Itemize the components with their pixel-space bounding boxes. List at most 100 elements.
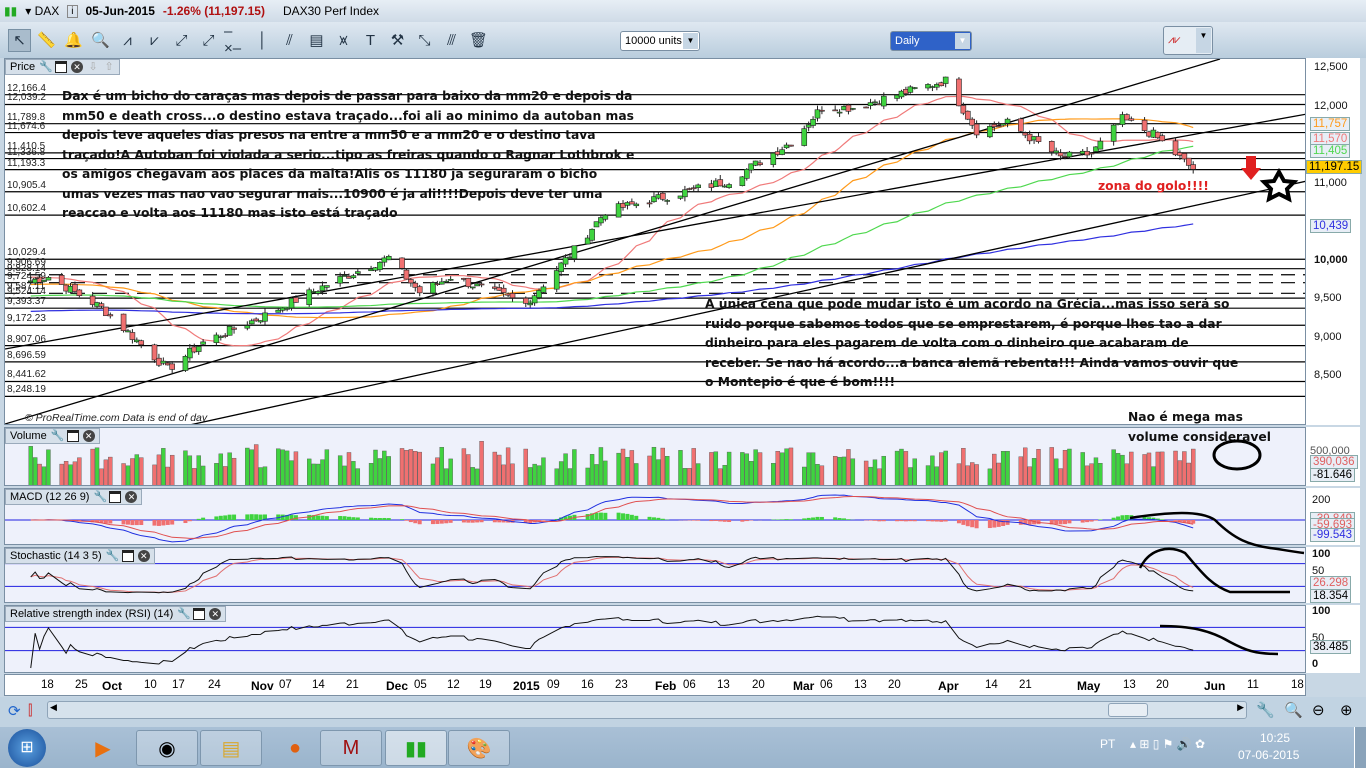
stochastic-panel[interactable]: Stochastic (14 3 5) 🔧 ✕	[4, 547, 1306, 603]
volume-bar	[479, 441, 484, 485]
triangle-pattern-icon[interactable]: ⩘	[116, 29, 139, 52]
auto-zoom-icon[interactable]: 🔍	[1284, 701, 1303, 719]
zoom-out-icon[interactable]: ⊖	[1312, 701, 1325, 719]
scrollbar-thumb[interactable]	[1108, 703, 1148, 717]
macd-histogram-bar	[784, 519, 789, 520]
refresh-icon[interactable]: ⟳	[8, 702, 21, 720]
close-icon[interactable]: ✕	[209, 608, 222, 620]
volume-bar	[881, 455, 886, 485]
chrome-icon[interactable]: ◉	[136, 730, 198, 766]
date-label: 18	[41, 679, 54, 691]
ruler-icon[interactable]: 📏	[35, 29, 58, 52]
zoom-in-icon[interactable]: ⊕	[1340, 701, 1353, 719]
macd-panel[interactable]: MACD (12 26 9) 🔧 ✕	[4, 488, 1306, 545]
chart-type-icon[interactable]: ⫿	[28, 702, 32, 719]
move-down-icon[interactable]: ⇩	[87, 61, 99, 73]
points-icon[interactable]: ⤡	[413, 29, 436, 52]
volume-bar	[59, 463, 64, 485]
line-icon[interactable]: ⤢	[197, 29, 220, 52]
file-explorer-icon[interactable]: ▤	[200, 730, 262, 766]
horizontal-line-icon[interactable]: –×–	[224, 23, 247, 57]
trash-icon[interactable]: 🗑	[467, 29, 490, 52]
window-icon[interactable]	[109, 491, 122, 503]
volume-bar	[1000, 451, 1006, 485]
tray-icons[interactable]: ▴ ⊞ ▯ ⚑ 🔊 ✿	[1130, 737, 1205, 751]
window-icon[interactable]	[66, 430, 79, 442]
alarm-bell-icon[interactable]: 🔔	[62, 29, 85, 52]
pointer-icon[interactable]: ↖	[8, 28, 31, 52]
date-label: Mar	[793, 679, 815, 693]
chart-settings-icon[interactable]: 🔧	[1256, 701, 1275, 719]
macd-histogram-bar	[713, 520, 718, 521]
date-label: Dec	[386, 679, 409, 693]
wrench-icon[interactable]: 🔧	[93, 491, 107, 503]
date-axis[interactable]: 18 25 Oct 10 17 24 Nov 07 14 21 Dec 05 12 19 2015 09 16 2…	[4, 674, 1306, 696]
volume-bar	[408, 449, 414, 485]
symbol-dropdown[interactable]: ▾ DAX	[25, 4, 59, 18]
volume-bar	[908, 467, 913, 485]
clock-time[interactable]: 10:25	[1260, 731, 1290, 745]
volume-bar	[616, 452, 621, 485]
candle	[850, 108, 856, 110]
tools-icon[interactable]: ⚒	[386, 29, 409, 52]
wrench-icon[interactable]: 🔧	[106, 550, 120, 562]
window-icon[interactable]	[55, 61, 68, 73]
volume-bar	[152, 464, 157, 485]
move-up-icon[interactable]: ⇧	[103, 61, 115, 73]
ray-icon[interactable]: ⫻	[440, 29, 463, 52]
prorealtime-icon[interactable]: ▮▮	[385, 730, 447, 766]
rsi-panel[interactable]: Relative strength index (RSI) (14) 🔧 ✕	[4, 605, 1306, 673]
scroll-left-icon[interactable]: ◀	[50, 702, 57, 713]
paint-icon[interactable]: 🎨	[448, 730, 510, 766]
volume-bar	[1151, 466, 1156, 485]
media-player-icon[interactable]: ▶	[72, 730, 134, 766]
candles-icon[interactable]: ▮▮	[4, 4, 17, 18]
horizontal-scrollbar[interactable]: ◀ ▶	[47, 701, 1247, 719]
channel-icon[interactable]: ⩗	[143, 29, 166, 52]
volume-bar	[161, 448, 166, 485]
macd-histogram-bar	[696, 520, 701, 521]
wrench-icon[interactable]: 🔧	[39, 61, 53, 73]
period-dropdown[interactable]: Daily ▼	[890, 31, 972, 51]
window-icon[interactable]	[193, 608, 206, 620]
volume-bar	[307, 458, 312, 485]
wrench-icon[interactable]: 🔧	[177, 608, 191, 620]
scroll-right-icon[interactable]: ▶	[1237, 702, 1244, 713]
show-desktop-button[interactable]	[1354, 727, 1366, 768]
info-icon[interactable]: i	[67, 4, 78, 18]
clock-date[interactable]: 07-06-2015	[1238, 748, 1299, 762]
vertical-line-icon[interactable]: │	[251, 29, 274, 52]
fibonacci-icon[interactable]: ▤	[305, 29, 328, 52]
indicators-button[interactable]: ⩘⩗ ▼	[1163, 26, 1213, 55]
volume-bar	[1129, 451, 1134, 485]
mcafee-icon[interactable]: M	[320, 730, 382, 766]
candle	[987, 126, 993, 138]
parallel-lines-icon[interactable]: ⫽	[278, 29, 301, 52]
price-panel[interactable]: Price 🔧 ✕ ⇩ ⇧ 12,166.4 12,039.2 11,789.8 11,674…	[4, 58, 1306, 425]
magnifier-icon[interactable]: 🔍	[89, 29, 112, 52]
candle	[1110, 124, 1117, 142]
close-icon[interactable]: ✕	[71, 61, 84, 73]
wrench-icon[interactable]: 🔧	[51, 430, 65, 442]
segment-icon[interactable]: ⤢	[170, 29, 193, 52]
firefox-icon[interactable]: ●	[264, 730, 326, 766]
regression-icon[interactable]: ⩙	[332, 29, 355, 52]
price-axis[interactable]: 12,500 12,000 11,000 10,000 9,500 9,000 8,500	[1306, 58, 1360, 425]
close-icon[interactable]: ✕	[137, 550, 150, 562]
level-label: 11,674.6	[7, 120, 46, 132]
candle	[248, 320, 255, 325]
window-icon[interactable]	[121, 550, 134, 562]
units-dropdown[interactable]: 10000 units ▼	[620, 31, 700, 51]
macd-histogram-bar	[912, 520, 917, 522]
language-indicator[interactable]: PT	[1100, 737, 1115, 751]
volume-bar	[961, 448, 966, 485]
candle	[399, 257, 405, 269]
volume-panel[interactable]: Volume 🔧 ✕	[4, 427, 1306, 486]
close-icon[interactable]: ✕	[125, 491, 138, 503]
candle	[377, 262, 383, 270]
candle	[200, 341, 206, 345]
start-button[interactable]: ⊞	[8, 729, 46, 767]
candle	[863, 106, 869, 109]
close-icon[interactable]: ✕	[82, 430, 95, 442]
text-icon[interactable]: T	[359, 29, 382, 52]
